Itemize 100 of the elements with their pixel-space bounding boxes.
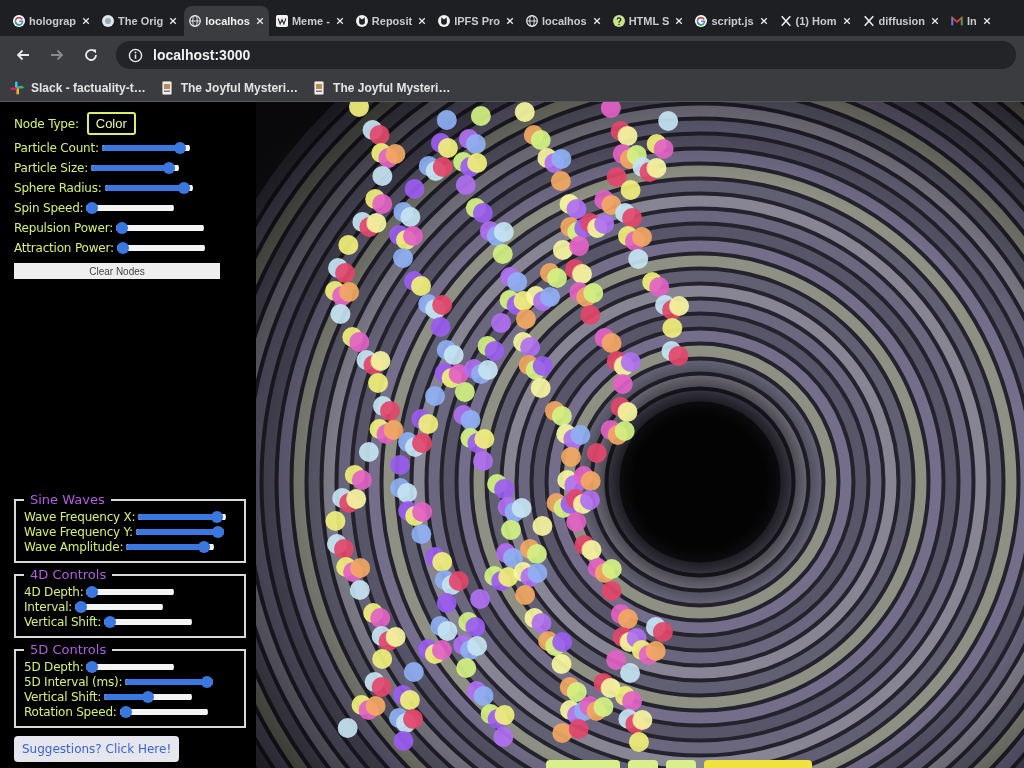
slider-label: 4D Depth: <box>24 585 84 599</box>
slider-label: Wave Amplitude: <box>24 540 124 554</box>
browser-tab[interactable]: diffusion <box>857 6 944 36</box>
close-icon[interactable] <box>930 17 939 25</box>
slider-track[interactable] <box>138 511 227 523</box>
slider-thumb[interactable] <box>211 511 224 523</box>
close-icon[interactable] <box>255 17 264 25</box>
slider-label: Wave Frequency Y: <box>24 525 133 539</box>
left-arrow-icon <box>15 47 31 63</box>
slider-label: Rotation Speed: <box>24 705 117 719</box>
browser-tab[interactable]: The Orig <box>97 6 183 36</box>
question-mark-icon <box>612 15 625 27</box>
pinwheel-icon <box>10 80 24 95</box>
slider-label: Sphere Radius: <box>14 181 102 195</box>
close-icon[interactable] <box>592 17 601 25</box>
slider-thumb[interactable] <box>142 691 155 703</box>
close-icon[interactable] <box>675 17 684 25</box>
slider-track[interactable] <box>91 162 180 174</box>
group-legend: Sine Waves <box>24 492 111 507</box>
slider-track[interactable] <box>104 691 193 703</box>
letter-m-icon <box>950 15 963 27</box>
right-arrow-icon <box>49 47 65 63</box>
slider-track[interactable] <box>86 586 175 598</box>
slider-track[interactable] <box>116 222 204 234</box>
cat-head-icon <box>355 15 368 27</box>
slider-thumb[interactable] <box>104 616 117 628</box>
close-icon[interactable] <box>982 17 991 25</box>
slider-label: Attraction Power: <box>14 241 114 255</box>
node-type-button[interactable]: Color <box>86 112 136 135</box>
bookmark[interactable]: Slack - factuality-t… <box>10 80 146 95</box>
browser-tab[interactable]: In <box>945 6 996 36</box>
close-icon[interactable] <box>418 17 427 25</box>
address-bar[interactable]: localhost:3000 <box>116 41 1016 69</box>
slider-thumb[interactable] <box>119 706 132 718</box>
bookmark[interactable]: The Joyful Mysteri… <box>312 80 451 95</box>
browser-tab[interactable]: localhos <box>184 6 269 36</box>
browser-tab[interactable]: localhos <box>521 6 606 36</box>
slider-track[interactable] <box>101 142 190 154</box>
slider-track[interactable] <box>119 706 208 718</box>
browser-tab[interactable]: IPFS Pro <box>433 6 519 36</box>
group-legend: 4D Controls <box>24 567 113 582</box>
close-icon[interactable] <box>506 17 514 25</box>
slider-thumb[interactable] <box>116 222 128 234</box>
letter-w-icon <box>275 15 288 27</box>
slider-label: Vertical Shift: <box>24 615 102 629</box>
close-icon[interactable] <box>169 17 178 25</box>
circle-icon <box>102 15 115 27</box>
slider-label: Vertical Shift: <box>24 690 102 704</box>
reload-icon <box>83 47 99 63</box>
browser-tab[interactable]: script.js <box>690 6 773 36</box>
slider-thumb[interactable] <box>163 162 176 174</box>
browser-tab[interactable]: Reposit <box>350 6 432 36</box>
slider-label: Wave Frequency X: <box>24 510 136 524</box>
slider-thumb[interactable] <box>174 142 187 154</box>
slider-label: Interval: <box>24 600 73 614</box>
slider-thumb[interactable] <box>211 526 224 538</box>
cat-head-icon <box>438 15 451 27</box>
suggestions-button[interactable]: Suggestions? Click Here! <box>14 736 180 762</box>
slider-thumb[interactable] <box>86 586 99 598</box>
letter-x-icon <box>862 15 875 27</box>
group-legend: 5D Controls <box>24 642 113 657</box>
slider-thumb[interactable] <box>86 661 99 673</box>
browser-tab[interactable]: Meme - <box>270 6 349 36</box>
slider-label: 5D Interval (ms): <box>24 675 123 689</box>
slider-track[interactable] <box>126 541 215 553</box>
slider-label: 5D Depth: <box>24 660 84 674</box>
close-icon[interactable] <box>759 17 768 25</box>
close-icon[interactable] <box>842 17 851 25</box>
browser-tab[interactable]: holograp <box>8 6 96 36</box>
slider-thumb[interactable] <box>178 182 191 194</box>
browser-tab[interactable]: (1) Hom <box>774 6 856 36</box>
slider-thumb[interactable] <box>116 242 129 254</box>
slider-thumb[interactable] <box>86 202 99 214</box>
page-icon <box>312 80 327 95</box>
clear-nodes-button[interactable]: Clear Nodes <box>14 263 220 279</box>
globe-icon <box>189 15 202 27</box>
close-icon[interactable] <box>82 17 91 25</box>
letter-x-icon <box>779 15 792 27</box>
slider-thumb[interactable] <box>75 601 88 613</box>
slider-track[interactable] <box>86 661 175 673</box>
slider-track[interactable] <box>104 616 193 628</box>
node-type-label: Node Type: <box>14 116 79 131</box>
slider-label: Particle Size: <box>14 161 89 175</box>
slider-track[interactable] <box>116 242 205 254</box>
letter-g-icon <box>13 15 25 27</box>
url-text: localhost:3000 <box>153 47 251 63</box>
slider-label: Particle Count: <box>14 141 99 155</box>
globe-icon <box>526 15 538 27</box>
slider-track[interactable] <box>86 202 175 214</box>
slider-label: Spin Speed: <box>14 201 84 215</box>
browser-tab[interactable]: HTML S <box>607 6 689 36</box>
slider-label: Repulsion Power: <box>14 221 113 235</box>
letter-g-icon <box>695 15 708 27</box>
info-icon[interactable] <box>128 47 143 63</box>
bookmark[interactable]: The Joyful Mysteri… <box>159 80 299 95</box>
slider-thumb[interactable] <box>201 676 214 688</box>
close-icon[interactable] <box>335 17 344 25</box>
slider-thumb[interactable] <box>198 541 211 553</box>
page-icon <box>159 80 174 95</box>
slider-track[interactable] <box>75 601 164 613</box>
